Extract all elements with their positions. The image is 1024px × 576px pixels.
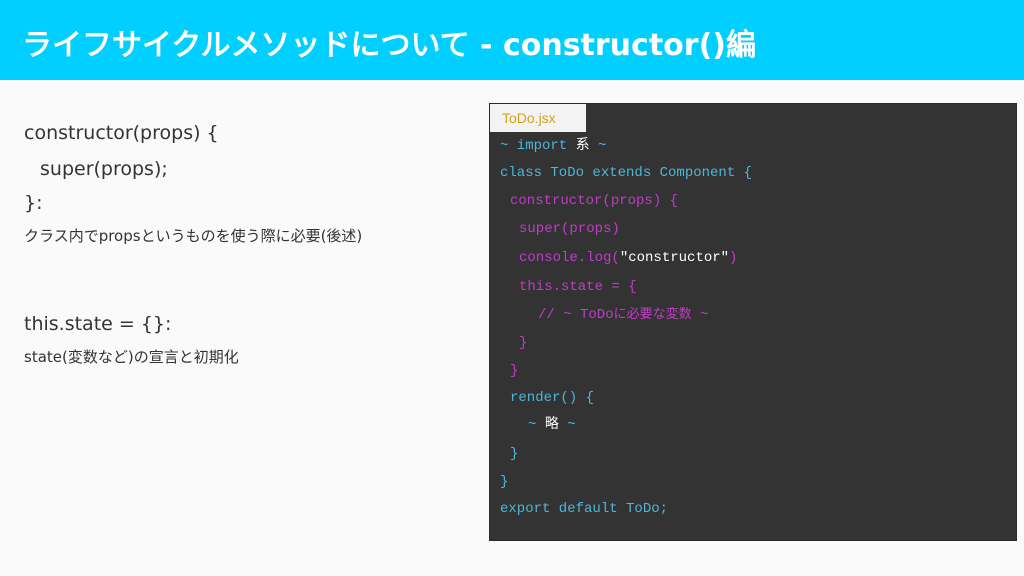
code-text: console.log( xyxy=(519,250,620,266)
code-text: ~ xyxy=(558,417,576,433)
code-line-render: render() { xyxy=(510,390,595,406)
code-line-constructor: constructor(props) { xyxy=(510,193,679,209)
code-text: "constructor" xyxy=(619,250,730,266)
closing-brace-line: }: xyxy=(24,192,43,214)
code-text: ~ import xyxy=(500,138,576,154)
code-line-close-class: } xyxy=(500,474,509,490)
code-text: // ~ ToDo xyxy=(538,307,614,323)
code-line-import: ~ import 系 ~ xyxy=(500,138,606,154)
code-line-state: this.state = { xyxy=(519,279,637,295)
code-panel: ToDo.jsx ~ import 系 ~ class ToDo extends… xyxy=(489,103,1017,541)
code-text: 系 xyxy=(575,138,590,154)
code-text: に必要な変数 xyxy=(613,307,692,322)
state-description: state(変数など)の宣言と初期化 xyxy=(24,348,239,366)
code-line-omitted: ~ 略 ~ xyxy=(528,417,576,433)
title-bar: ライフサイクルメソッドについて - constructor()編 xyxy=(0,0,1024,80)
code-line-close-render: } xyxy=(510,446,519,462)
code-text: ~ xyxy=(691,307,709,323)
code-line-super: super(props) xyxy=(519,221,620,237)
code-line-close-state: } xyxy=(519,335,528,351)
file-tab[interactable]: ToDo.jsx xyxy=(490,104,586,132)
code-text: 略 xyxy=(544,417,559,433)
state-line: this.state = {}: xyxy=(24,313,172,335)
code-text: ~ xyxy=(589,138,607,154)
constructor-description: クラス内でpropsというものを使う際に必要(後述) xyxy=(24,227,363,245)
page-title: ライフサイクルメソッドについて - constructor()編 xyxy=(22,28,756,63)
super-line: super(props); xyxy=(40,158,168,180)
code-line-export: export default ToDo; xyxy=(500,501,669,517)
code-text: ) xyxy=(729,250,738,266)
code-text: ~ xyxy=(528,417,545,433)
code-line-console: console.log("constructor") xyxy=(519,250,737,266)
code-line-comment: // ~ ToDoに必要な変数 ~ xyxy=(538,307,708,323)
constructor-line: constructor(props) { xyxy=(24,122,219,144)
code-line-close-constructor: } xyxy=(510,363,519,379)
code-line-class: class ToDo extends Component { xyxy=(500,165,753,181)
